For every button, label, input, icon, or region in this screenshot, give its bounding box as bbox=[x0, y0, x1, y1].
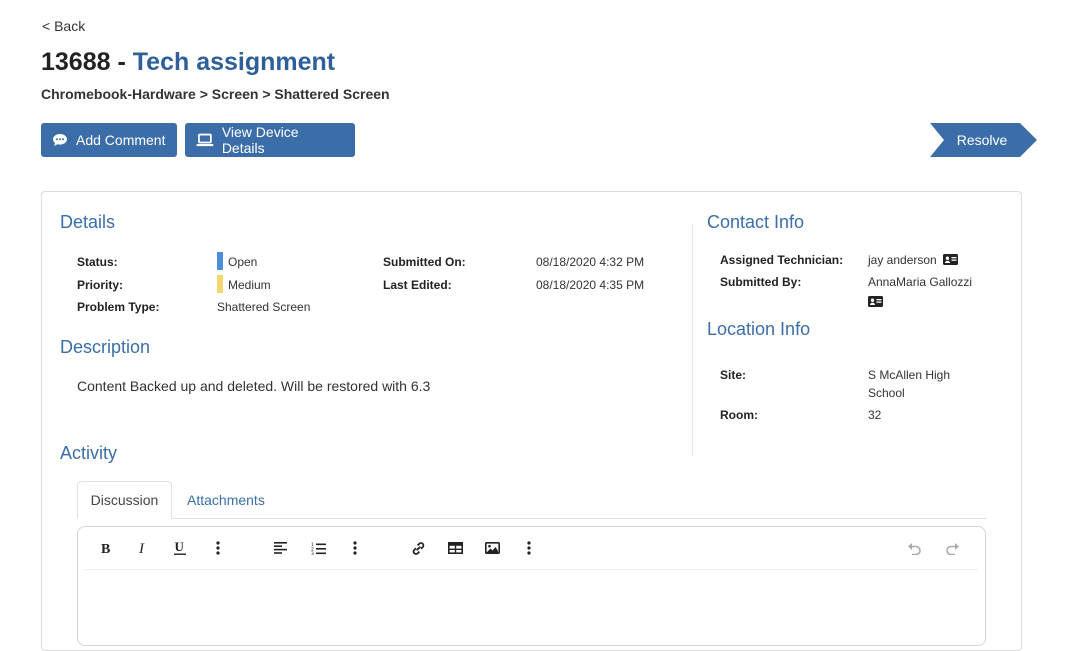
laptop-icon bbox=[196, 133, 214, 147]
bold-icon[interactable]: B bbox=[96, 538, 116, 558]
status-color-bar bbox=[217, 252, 223, 270]
submitted-on-value: 08/18/2020 4:32 PM bbox=[536, 255, 645, 269]
description-text: Content Backed up and deleted. Will be r… bbox=[77, 378, 431, 394]
align-left-icon[interactable] bbox=[271, 538, 291, 558]
view-device-details-button[interactable]: View Device Details bbox=[185, 123, 355, 157]
priority-label: Priority: bbox=[77, 278, 124, 292]
last-edited-label: Last Edited: bbox=[383, 278, 452, 292]
add-comment-label: Add Comment bbox=[76, 132, 166, 148]
resolve-label: Resolve bbox=[956, 132, 1008, 148]
ticket-number: 13688 bbox=[41, 48, 111, 76]
title-separator: - bbox=[110, 48, 133, 76]
image-icon[interactable] bbox=[482, 538, 502, 558]
svg-text:U: U bbox=[175, 540, 185, 554]
redo-icon[interactable] bbox=[942, 538, 962, 558]
italic-icon[interactable]: I bbox=[133, 538, 153, 558]
tab-discussion[interactable]: Discussion bbox=[77, 481, 172, 519]
location-info-heading: Location Info bbox=[707, 319, 811, 339]
priority-value: Medium bbox=[228, 278, 271, 292]
add-comment-button[interactable]: Add Comment bbox=[41, 123, 177, 157]
more-icon[interactable] bbox=[345, 538, 365, 558]
submitted-by-label: Submitted By: bbox=[720, 275, 802, 289]
description-heading: Description bbox=[60, 337, 151, 357]
assigned-technician-value: jay anderson bbox=[868, 253, 937, 267]
last-edited-value: 08/18/2020 4:35 PM bbox=[536, 278, 645, 292]
svg-text:I: I bbox=[138, 541, 145, 555]
undo-icon[interactable] bbox=[904, 538, 924, 558]
site-label: Site: bbox=[720, 368, 747, 382]
submitted-on-label: Submitted On: bbox=[383, 255, 466, 269]
back-link[interactable]: < Back bbox=[42, 18, 85, 34]
more-icon[interactable] bbox=[519, 538, 539, 558]
tab-attachments[interactable]: Attachments bbox=[187, 492, 265, 508]
tabs-divider bbox=[77, 518, 987, 519]
link-icon[interactable] bbox=[408, 538, 428, 558]
view-device-label: View Device Details bbox=[221, 124, 299, 156]
room-value: 32 bbox=[868, 408, 882, 422]
svg-text:3: 3 bbox=[311, 551, 314, 555]
status-value: Open bbox=[228, 255, 258, 269]
contact-card-icon[interactable] bbox=[942, 253, 958, 268]
column-divider bbox=[692, 224, 693, 456]
numbered-list-icon[interactable]: 123 bbox=[308, 538, 328, 558]
table-icon[interactable] bbox=[445, 538, 465, 558]
site-value-line2: School bbox=[868, 386, 905, 400]
problem-type-value: Shattered Screen bbox=[217, 300, 311, 314]
breadcrumb: Chromebook-Hardware > Screen > Shattered… bbox=[41, 86, 390, 102]
submitted-by-value: AnnaMaria Gallozzi bbox=[868, 275, 973, 289]
details-heading: Details bbox=[60, 212, 116, 232]
underline-icon[interactable]: U bbox=[170, 538, 190, 558]
assigned-technician-row: jay anderson bbox=[868, 253, 958, 268]
contact-info-heading: Contact Info bbox=[707, 212, 805, 232]
room-label: Room: bbox=[720, 408, 758, 422]
more-icon[interactable] bbox=[208, 538, 228, 558]
ticket-name: Tech assignment bbox=[132, 48, 336, 76]
site-value-line1: S McAllen High bbox=[868, 368, 951, 382]
toolbar-divider bbox=[85, 569, 978, 570]
status-label: Status: bbox=[77, 255, 118, 269]
activity-heading: Activity bbox=[60, 443, 118, 463]
resolve-button[interactable]: Resolve bbox=[930, 123, 1038, 157]
svg-text:B: B bbox=[101, 542, 110, 555]
assigned-technician-label: Assigned Technician: bbox=[720, 253, 844, 267]
priority-color-bar bbox=[217, 275, 223, 293]
problem-type-label: Problem Type: bbox=[77, 300, 160, 314]
page-title: 13688 - Tech assignment bbox=[41, 48, 335, 77]
comment-icon bbox=[53, 134, 67, 146]
contact-card-icon[interactable] bbox=[868, 294, 883, 312]
